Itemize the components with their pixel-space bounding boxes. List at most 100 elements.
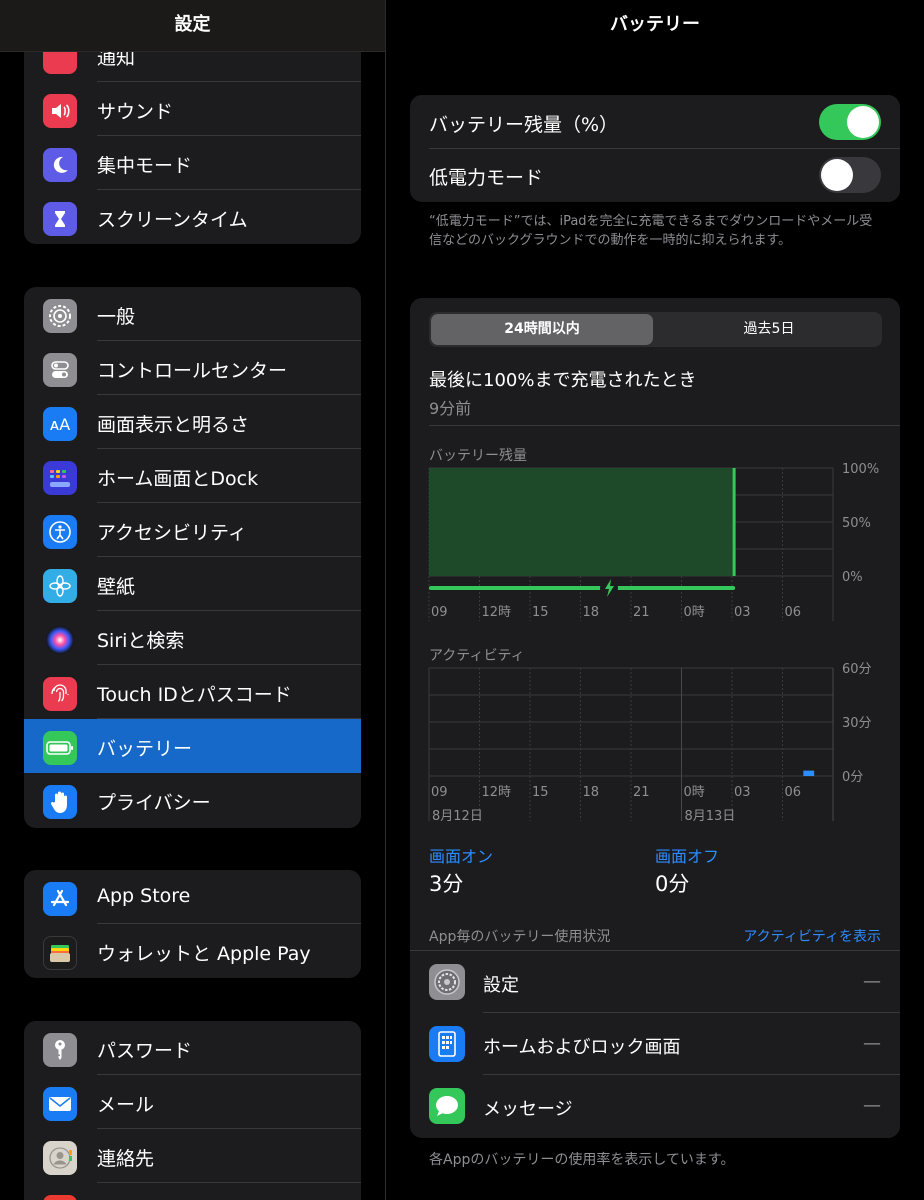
sidebar-item-label: Touch IDとパスコード — [97, 684, 292, 706]
app-usage-value: — — [863, 1095, 881, 1116]
app-grid-icon — [43, 461, 77, 495]
sidebar-item-label: バッテリー — [97, 738, 193, 760]
sidebar-item-label: 集中モード — [97, 155, 193, 177]
activity-bar — [803, 770, 815, 776]
y-tick-label: 50% — [842, 516, 871, 531]
sidebar-item-next[interactable] — [24, 1183, 361, 1200]
date-label: 8月13日 — [685, 809, 736, 824]
settings-group-accounts: パスワード メール 連絡先 — [24, 1021, 361, 1200]
y-tick-label: 0分 — [842, 770, 863, 785]
sidebar-item-control-center[interactable]: コントロールセンター — [24, 341, 361, 395]
app-name: ホームおよびロック画面 — [483, 1037, 681, 1058]
sidebar-item-label: ウォレットと Apple Pay — [97, 943, 311, 965]
x-tick-label: 12時 — [482, 785, 512, 800]
sidebar-item-home-screen[interactable]: ホーム画面とDock — [24, 449, 361, 503]
sidebar-item-label: 壁紙 — [97, 576, 136, 598]
x-tick-label: 18 — [583, 605, 600, 620]
app-name: 設定 — [483, 975, 519, 996]
sidebar-item-label: App Store — [97, 885, 191, 907]
low-power-mode-switch[interactable] — [819, 157, 881, 193]
charging-indicator-bar — [429, 586, 736, 590]
flower-icon — [43, 569, 77, 603]
battery-level-area — [429, 468, 735, 576]
sidebar-item-battery[interactable]: バッテリー — [24, 719, 361, 773]
sidebar-item-label: 連絡先 — [97, 1148, 155, 1170]
x-tick-label: 15 — [532, 605, 549, 620]
sidebar-item-label: パスワード — [97, 1040, 193, 1062]
battery-percentage-row: バッテリー残量（%） — [410, 95, 900, 148]
sidebar-item-privacy[interactable]: プライバシー — [24, 773, 361, 827]
sidebar-item-passwords[interactable]: パスワード — [24, 1021, 361, 1075]
battery-toggles-card: バッテリー残量（%） 低電力モード — [410, 95, 900, 202]
sidebar-item-general[interactable]: 一般 — [24, 287, 361, 341]
sidebar-item-sound[interactable]: サウンド — [24, 82, 361, 136]
sidebar-item-wallpaper[interactable]: 壁紙 — [24, 557, 361, 611]
screen-off-label: 画面オフ — [655, 847, 720, 866]
x-tick-label: 0時 — [684, 785, 705, 800]
battery-percentage-switch[interactable] — [819, 104, 881, 140]
battery-icon — [43, 731, 77, 765]
battery-usage-card: 24時間以内 過去5日 最後に100%まで充電されたとき 9分前 バッテリー残量… — [410, 298, 900, 1138]
app-usage-value: — — [863, 971, 881, 992]
x-tick-label: 18 — [583, 785, 600, 800]
app-usage-row[interactable]: 設定 — — [410, 951, 900, 1013]
split-view-divider[interactable] — [385, 0, 386, 1200]
gear-icon — [43, 299, 77, 333]
messages-icon — [429, 1088, 465, 1124]
ipad-icon — [429, 1026, 465, 1062]
toggles-icon — [43, 353, 77, 387]
sidebar-item-focus[interactable]: 集中モード — [24, 136, 361, 190]
screen-off-value: 0分 — [655, 872, 690, 896]
accessibility-icon — [43, 515, 77, 549]
x-tick-label: 21 — [633, 785, 650, 800]
sidebar-item-siri[interactable]: Siriと検索 — [24, 611, 361, 665]
sidebar-item-label: アクセシビリティ — [97, 522, 247, 544]
date-label: 8月12日 — [432, 809, 483, 824]
key-icon — [43, 1033, 77, 1067]
sidebar-item-contacts[interactable]: 連絡先 — [24, 1129, 361, 1183]
sidebar-title: 設定 — [174, 14, 211, 35]
sidebar-item-accessibility[interactable]: アクセシビリティ — [24, 503, 361, 557]
sidebar-item-screen-time[interactable]: スクリーンタイム — [24, 190, 361, 244]
x-tick-label: 09 — [431, 785, 448, 800]
wallet-icon — [43, 936, 77, 970]
sidebar-item-wallet[interactable]: ウォレットと Apple Pay — [24, 924, 361, 978]
sidebar-item-label: 一般 — [97, 306, 136, 328]
x-tick-label: 09 — [431, 605, 448, 620]
sidebar-item-touch-id[interactable]: Touch IDとパスコード — [24, 665, 361, 719]
sidebar-item-label: プライバシー — [97, 792, 211, 814]
sidebar: 設定 通知 サウンド 集中モード スクリーンタイム 一般 コントロールセンター … — [0, 0, 385, 1200]
app-usage-row[interactable]: ホームおよびロック画面 — — [410, 1013, 900, 1075]
usage-by-app-header: App毎のバッテリー使用状況 — [429, 929, 611, 945]
x-tick-label: 15 — [532, 785, 549, 800]
mail-icon — [43, 1087, 77, 1121]
x-tick-label: 03 — [734, 605, 751, 620]
settings-group-general: 一般 コントロールセンター ᴀA 画面表示と明るさ ホーム画面とDock アクセ… — [24, 287, 361, 828]
moon-icon — [43, 148, 77, 182]
battery-level-chart: 100% 50% 0% 09 12時 15 18 21 0時 03 06 — [428, 462, 879, 621]
settings-group-notifications: 通知 サウンド 集中モード スクリーンタイム — [24, 28, 361, 244]
time-range-segmented-control[interactable]: 24時間以内 過去5日 — [429, 312, 882, 347]
sidebar-item-display[interactable]: ᴀA 画面表示と明るさ — [24, 395, 361, 449]
sidebar-item-label: ホーム画面とDock — [97, 468, 259, 490]
y-tick-label: 0% — [842, 570, 863, 585]
y-tick-label: 60分 — [842, 662, 872, 677]
app-usage-row[interactable]: メッセージ — — [410, 1075, 900, 1137]
segment-10-days[interactable]: 過去5日 — [658, 314, 880, 345]
segment-24-hours[interactable]: 24時間以内 — [431, 314, 653, 345]
app-store-icon — [43, 882, 77, 916]
page-title: バッテリー — [610, 14, 700, 35]
screen-on-label: 画面オン — [429, 847, 494, 866]
hourglass-icon — [43, 202, 77, 236]
show-activity-link[interactable]: アクティビティを表示 — [743, 926, 881, 946]
sidebar-item-mail[interactable]: メール — [24, 1075, 361, 1129]
app-usage-value: — — [863, 1033, 881, 1054]
settings-gear-icon — [429, 964, 465, 1000]
contacts-icon — [43, 1141, 77, 1175]
speaker-icon — [43, 94, 77, 128]
fingerprint-icon — [43, 677, 77, 711]
x-tick-label: 03 — [734, 785, 751, 800]
sidebar-item-label: サウンド — [97, 101, 174, 123]
sidebar-item-app-store[interactable]: App Store — [24, 870, 361, 924]
sidebar-item-label: コントロールセンター — [97, 360, 288, 382]
